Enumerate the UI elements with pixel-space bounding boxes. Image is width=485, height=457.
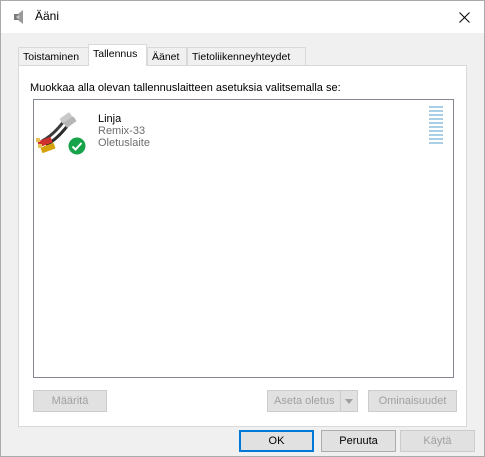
tab-playback[interactable]: Toistaminen bbox=[18, 47, 90, 65]
device-item[interactable]: Linja Remix-33 Oletuslaite bbox=[34, 100, 453, 160]
level-meter bbox=[429, 106, 443, 146]
instruction-text: Muokkaa alla olevan tallennuslaitteen as… bbox=[30, 82, 341, 94]
ok-button[interactable]: OK bbox=[239, 430, 314, 452]
recording-panel: Muokkaa alla olevan tallennuslaitteen as… bbox=[18, 65, 467, 427]
set-default-button[interactable]: Aseta oletus bbox=[267, 390, 358, 412]
chevron-down-icon[interactable] bbox=[340, 391, 357, 411]
close-button[interactable] bbox=[444, 1, 484, 33]
set-default-label: Aseta oletus bbox=[274, 395, 335, 407]
window-title: Ääni bbox=[35, 9, 60, 23]
properties-button[interactable]: Ominaisuudet bbox=[368, 390, 457, 412]
speaker-icon bbox=[12, 9, 28, 25]
tab-sounds[interactable]: Äänet bbox=[147, 47, 187, 65]
device-status: Oletuslaite bbox=[98, 137, 150, 149]
device-list[interactable]: Linja Remix-33 Oletuslaite bbox=[33, 99, 454, 378]
apply-button[interactable]: Käytä bbox=[400, 430, 475, 452]
device-name: Linja bbox=[98, 113, 122, 125]
device-model: Remix-33 bbox=[98, 125, 146, 137]
sound-dialog: Ääni Toistaminen Tallennus Äänet Tietoli… bbox=[0, 0, 485, 457]
cancel-button[interactable]: Peruuta bbox=[321, 430, 396, 452]
close-icon bbox=[458, 11, 470, 23]
tab-recording[interactable]: Tallennus bbox=[88, 44, 147, 66]
title-bar: Ääni bbox=[1, 1, 484, 33]
tab-communications[interactable]: Tietoliikenneyhteydet bbox=[187, 47, 306, 65]
green-check-icon bbox=[68, 137, 86, 155]
configure-button[interactable]: Määritä bbox=[33, 390, 107, 412]
